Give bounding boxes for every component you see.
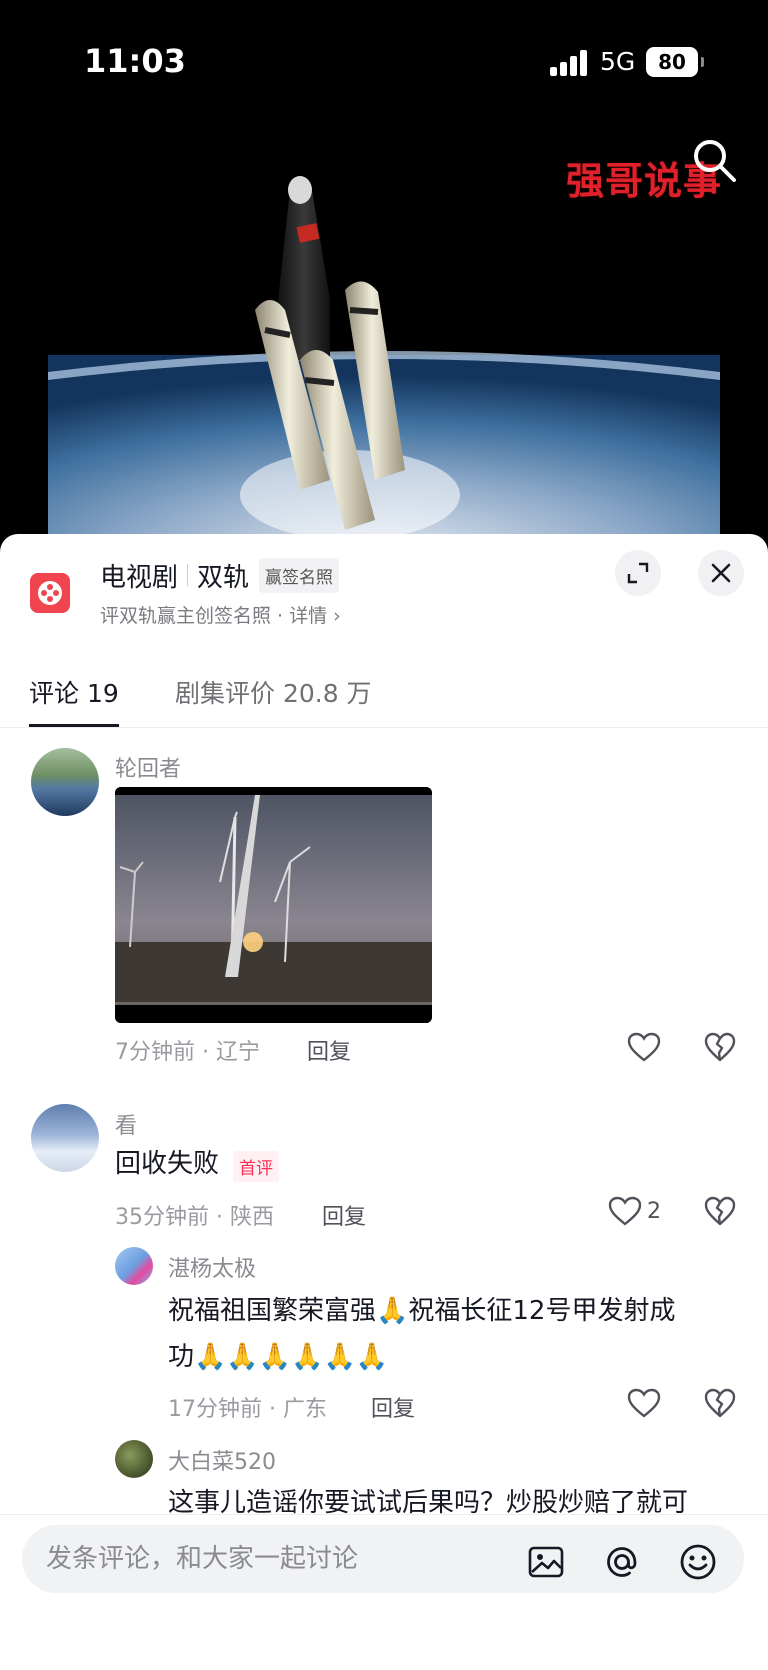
comment-meta: 35分钟前 · 陕西 bbox=[115, 1205, 274, 1230]
reply-text-line2: 功🙏🙏🙏🙏🙏🙏 bbox=[168, 1342, 389, 1372]
comment-username[interactable]: 轮回者 bbox=[115, 751, 181, 783]
comment-image[interactable] bbox=[115, 787, 432, 1023]
reply-username[interactable]: 湛杨太极 bbox=[168, 1251, 256, 1283]
cellular-signal-icon bbox=[550, 50, 590, 76]
tab-episode-ratings[interactable]: 剧集评价 20.8 万 bbox=[175, 674, 372, 710]
show-title-row[interactable]: 电视剧 双轨 赢签名照 bbox=[100, 557, 340, 593]
close-button[interactable] bbox=[698, 550, 744, 596]
show-subtitle-link[interactable]: 评双轨赢主创签名照 · 详情 › bbox=[100, 601, 341, 628]
broken-heart-icon[interactable] bbox=[703, 1195, 737, 1227]
reply-text-line1: 这事儿造谣你要试试后果吗？炒股炒赔了就可 bbox=[168, 1488, 689, 1514]
mention-icon[interactable] bbox=[602, 1542, 642, 1582]
tv-show-icon bbox=[30, 573, 70, 613]
broken-heart-icon[interactable] bbox=[703, 1031, 737, 1063]
comment-text: 回收失败 bbox=[115, 1149, 220, 1179]
tab-comments[interactable]: 评论 19 bbox=[29, 674, 119, 710]
divider bbox=[187, 564, 189, 586]
comment-tabs: 评论 19 剧集评价 20.8 万 bbox=[0, 660, 768, 728]
search-icon[interactable] bbox=[690, 136, 738, 184]
avatar[interactable] bbox=[115, 1247, 153, 1285]
active-tab-indicator bbox=[29, 724, 119, 727]
show-name: 双轨 bbox=[197, 562, 250, 593]
expand-icon bbox=[627, 562, 649, 584]
avatar[interactable] bbox=[31, 748, 99, 816]
film-reel-icon bbox=[38, 581, 62, 605]
battery-level: 80 bbox=[658, 50, 686, 74]
reply-button[interactable]: 回复 bbox=[371, 1391, 415, 1423]
heart-icon[interactable] bbox=[607, 1195, 643, 1227]
network-type: 5G bbox=[600, 47, 636, 76]
heart-icon[interactable] bbox=[626, 1387, 662, 1419]
battery-icon: 80 bbox=[646, 47, 704, 77]
reply-username[interactable]: 大白菜520 bbox=[168, 1444, 276, 1476]
reply-button[interactable]: 回复 bbox=[307, 1034, 351, 1066]
video-player[interactable]: 11:03 5G 80 强哥说事 bbox=[0, 0, 768, 560]
promo-chip: 赢签名照 bbox=[259, 557, 340, 593]
wind-turbine-image bbox=[115, 787, 432, 1023]
status-time: 11:03 bbox=[84, 42, 186, 80]
status-bar: 11:03 5G 80 bbox=[0, 0, 768, 120]
comment-input[interactable] bbox=[44, 1525, 514, 1593]
comment-username[interactable]: 看 bbox=[115, 1108, 137, 1140]
broken-heart-icon[interactable] bbox=[703, 1387, 737, 1419]
avatar[interactable] bbox=[115, 1440, 153, 1478]
show-category: 电视剧 bbox=[100, 562, 179, 593]
close-icon bbox=[711, 563, 731, 583]
reply-text-line1: 祝福祖国繁荣富强🙏祝福长征12号甲发射成 bbox=[168, 1296, 676, 1326]
comment-meta: 7分钟前 · 辽宁 bbox=[115, 1040, 260, 1065]
expand-button[interactable] bbox=[615, 550, 661, 596]
image-icon[interactable] bbox=[526, 1542, 566, 1582]
reply-meta: 17分钟前 · 广东 bbox=[168, 1397, 327, 1422]
avatar[interactable] bbox=[31, 1104, 99, 1172]
heart-icon[interactable] bbox=[626, 1031, 662, 1063]
like-count: 2 bbox=[647, 1199, 661, 1224]
emoji-icon[interactable] bbox=[678, 1542, 718, 1582]
first-comment-badge: 首评 bbox=[233, 1151, 279, 1182]
reply-button[interactable]: 回复 bbox=[322, 1199, 366, 1231]
